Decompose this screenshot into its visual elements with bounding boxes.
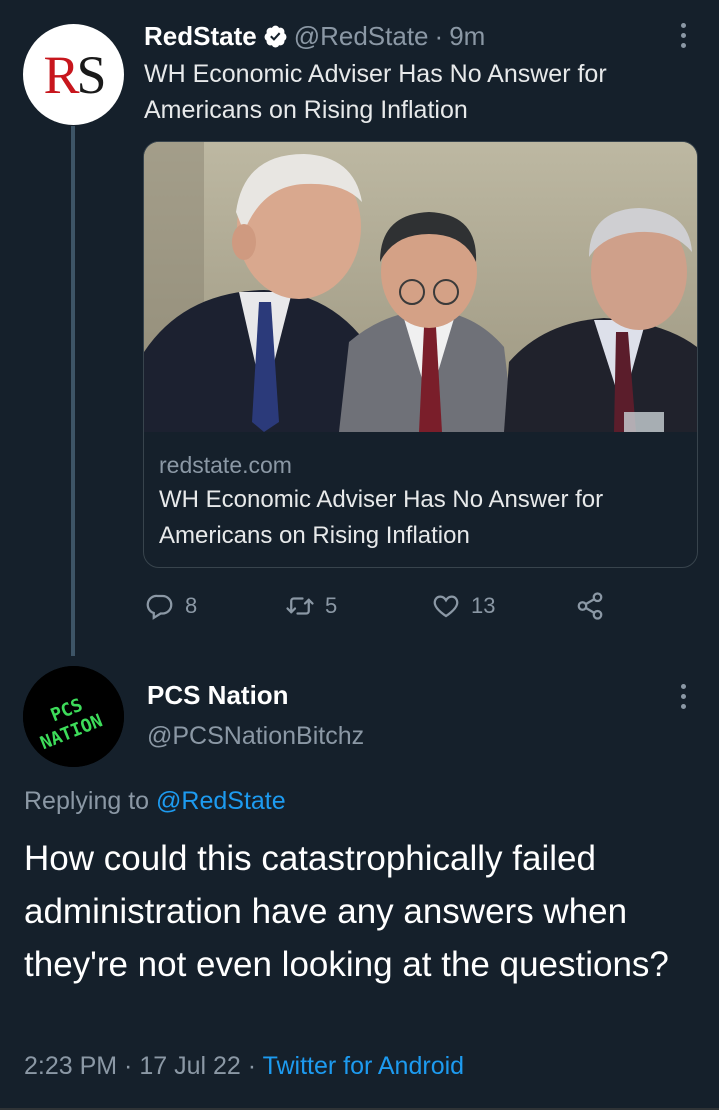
handle[interactable]: @RedState	[294, 21, 429, 52]
tweet-source-link[interactable]: Twitter for Android	[263, 1052, 464, 1080]
retweet-count: 5	[325, 593, 338, 618]
more-options-icon[interactable]	[679, 23, 687, 48]
replying-to: Replying to @RedState	[24, 787, 286, 816]
separator: ·	[247, 1052, 257, 1080]
card-domain: redstate.com	[159, 452, 292, 478]
avatar-letter-r: R	[43, 44, 79, 105]
heart-icon	[433, 595, 459, 618]
handle[interactable]: @PCSNationBitchz	[147, 722, 364, 751]
more-options-icon[interactable]	[679, 684, 687, 709]
reply-count: 8	[185, 593, 198, 618]
avatar-letter-s: S	[76, 44, 106, 105]
tweet-text: WH Economic Adviser Has No Answer for Am…	[144, 60, 607, 124]
tweet-timestamp[interactable]: 2:23 PM · 17 Jul 22	[24, 1052, 241, 1080]
like-button[interactable]: 13	[431, 586, 495, 626]
replying-mention-link[interactable]: @RedState	[156, 787, 286, 815]
display-name[interactable]: RedState	[144, 21, 257, 52]
thread-connector-line	[71, 126, 75, 656]
card-image	[144, 142, 697, 432]
avatar-redstate[interactable]: RS	[23, 24, 124, 125]
share-icon	[577, 592, 603, 620]
reply-button[interactable]: 8	[145, 586, 197, 626]
reply-icon	[146, 594, 173, 620]
card-meta: redstate.com WH Economic Adviser Has No …	[159, 448, 689, 554]
separator: ·	[434, 20, 444, 51]
display-name[interactable]: PCS Nation	[147, 680, 289, 711]
verified-badge-icon	[264, 25, 287, 47]
tweet-header: RedState @RedState · 9m	[144, 18, 485, 54]
retweet-button[interactable]: 5	[285, 586, 337, 626]
retweet-icon	[286, 597, 314, 615]
pcs-nation-logo: PCS NATION	[23, 666, 124, 767]
tweet-actions: 8 5 13	[145, 586, 615, 626]
like-count: 13	[471, 593, 496, 618]
share-button[interactable]	[575, 586, 615, 626]
avatar-pcs-nation[interactable]: PCS NATION	[23, 666, 124, 767]
replying-prefix: Replying to	[24, 787, 150, 815]
tweet-meta: 2:23 PM · 17 Jul 22 · Twitter for Androi…	[24, 1052, 464, 1081]
link-card[interactable]: redstate.com WH Economic Adviser Has No …	[143, 141, 698, 568]
tweet-text: How could this catastrophically failed a…	[24, 839, 669, 984]
timestamp[interactable]: 9m	[449, 21, 485, 52]
card-title: WH Economic Adviser Has No Answer for Am…	[159, 486, 604, 549]
